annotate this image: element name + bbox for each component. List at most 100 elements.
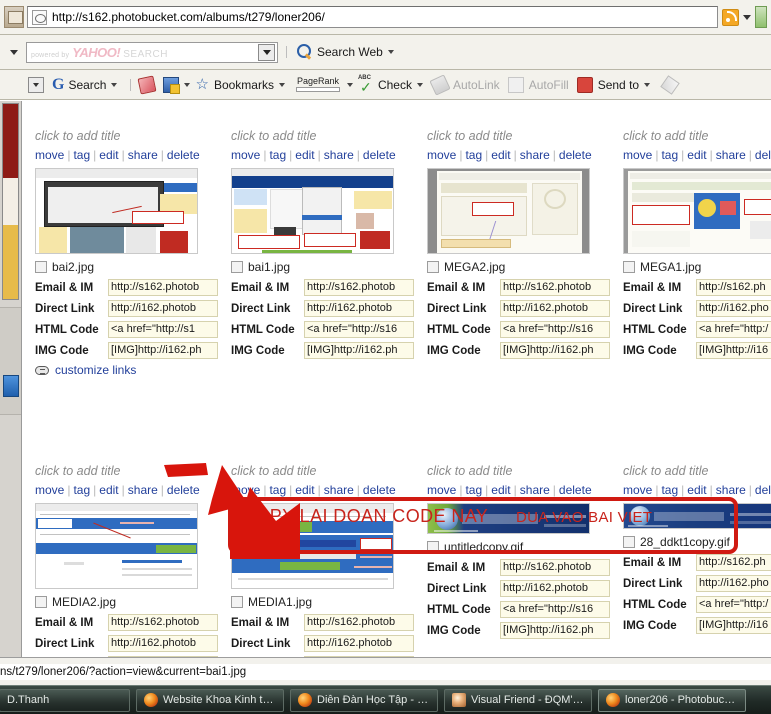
select-checkbox[interactable] bbox=[231, 596, 243, 608]
img-code-input[interactable]: [IMG]http://i162.ph bbox=[500, 342, 610, 359]
add-title-link[interactable]: click to add title bbox=[427, 129, 610, 143]
action-tag[interactable]: tag bbox=[661, 148, 678, 162]
direct-link-input[interactable]: http://i162.photob bbox=[108, 300, 218, 317]
action-delete[interactable]: delete bbox=[167, 148, 200, 162]
chevron-down-icon[interactable] bbox=[644, 82, 651, 87]
action-tag[interactable]: tag bbox=[73, 483, 90, 497]
chevron-down-icon[interactable] bbox=[278, 82, 285, 87]
action-tag[interactable]: tag bbox=[465, 483, 482, 497]
action-move[interactable]: move bbox=[623, 148, 652, 162]
action-tag[interactable]: tag bbox=[465, 148, 482, 162]
add-title-link[interactable]: click to add title bbox=[427, 464, 610, 478]
select-checkbox[interactable] bbox=[35, 261, 47, 273]
action-edit[interactable]: edit bbox=[99, 148, 118, 162]
img-code-input[interactable]: [IMG]http://i16 bbox=[696, 342, 771, 359]
action-move[interactable]: move bbox=[35, 483, 64, 497]
background-window[interactable] bbox=[0, 101, 22, 657]
action-edit[interactable]: edit bbox=[687, 483, 706, 497]
html-code-input[interactable]: <a href="http://s16 bbox=[304, 321, 414, 338]
chevron-down-icon[interactable] bbox=[743, 14, 751, 20]
action-share[interactable]: share bbox=[520, 483, 550, 497]
direct-link-input[interactable]: http://i162.photob bbox=[500, 300, 610, 317]
bookmarks-button[interactable]: ☆ Bookmarks bbox=[195, 77, 289, 92]
direct-link-input[interactable]: http://i162.photob bbox=[500, 580, 610, 597]
highlight-icon[interactable] bbox=[660, 74, 680, 95]
direct-link-input[interactable]: http://i162.photob bbox=[304, 635, 414, 652]
action-move[interactable]: move bbox=[623, 483, 652, 497]
taskbar-button-website-khoa-kinh-te[interactable]: Website Khoa Kinh te ... bbox=[136, 688, 284, 712]
taskbar-button-loner206-photobucket[interactable]: loner206 - Photobucke... bbox=[598, 688, 746, 712]
toolbar-options-dropdown[interactable] bbox=[28, 76, 44, 93]
home-icon[interactable] bbox=[4, 6, 24, 28]
customize-links-button[interactable]: customize links bbox=[35, 363, 218, 377]
address-bar[interactable]: http://s162.photobucket.com/albums/t279/… bbox=[27, 6, 718, 28]
email-im-input[interactable]: http://s162.ph bbox=[696, 554, 771, 571]
action-share[interactable]: share bbox=[324, 148, 354, 162]
action-delete[interactable]: delete bbox=[363, 148, 396, 162]
add-title-link[interactable]: click to add title bbox=[623, 129, 771, 143]
img-code-input[interactable]: [IMG]http://i162.ph bbox=[500, 622, 610, 639]
yahoo-search-dropdown[interactable] bbox=[258, 43, 275, 61]
direct-link-input[interactable]: http://i162.pho bbox=[696, 300, 771, 317]
email-im-input[interactable]: http://s162.photob bbox=[108, 614, 218, 631]
email-im-input[interactable]: http://s162.photob bbox=[500, 559, 610, 576]
html-code-input[interactable]: <a href="http://s16 bbox=[500, 321, 610, 338]
html-code-input[interactable]: <a href="http://s1 bbox=[108, 321, 218, 338]
yahoo-search-input[interactable]: powered by YAHOO! SEARCH bbox=[26, 41, 278, 63]
action-delete[interactable]: delete bbox=[559, 148, 592, 162]
taskbar-button-dthanh[interactable]: D.Thanh bbox=[0, 688, 130, 712]
html-code-input[interactable]: <a href="http:/ bbox=[696, 321, 771, 338]
html-code-input[interactable]: <a href="http:/ bbox=[696, 596, 771, 613]
add-title-link[interactable]: click to add title bbox=[623, 464, 771, 478]
direct-link-input[interactable]: http://i162.photob bbox=[304, 300, 414, 317]
search-icon[interactable] bbox=[297, 44, 313, 60]
email-im-input[interactable]: http://s162.ph bbox=[696, 279, 771, 296]
taskbar-button-dien-dan-hoc-tap[interactable]: Diễn Đàn Học Tập - Si... bbox=[290, 688, 438, 712]
action-share[interactable]: share bbox=[716, 148, 746, 162]
img-code-input[interactable]: [IMG]http://i16 bbox=[696, 617, 771, 634]
action-delete[interactable]: delet bbox=[755, 148, 771, 162]
chevron-down-icon[interactable] bbox=[387, 50, 394, 54]
email-im-input[interactable]: http://s162.photob bbox=[500, 279, 610, 296]
html-code-input[interactable]: <a href="http://s16 bbox=[500, 601, 610, 618]
action-move[interactable]: move bbox=[427, 483, 456, 497]
action-tag[interactable]: tag bbox=[661, 483, 678, 497]
go-button[interactable] bbox=[755, 6, 767, 28]
email-im-input[interactable]: http://s162.photob bbox=[304, 614, 414, 631]
action-edit[interactable]: edit bbox=[491, 148, 510, 162]
toolbar-expand-icon[interactable] bbox=[10, 49, 18, 55]
action-share[interactable]: share bbox=[128, 148, 158, 162]
email-im-input[interactable]: http://s162.photob bbox=[108, 279, 218, 296]
chevron-down-icon[interactable] bbox=[111, 82, 118, 87]
img-code-input[interactable]: [IMG]http://i162.ph bbox=[304, 342, 414, 359]
send-to-button[interactable]: Send to bbox=[576, 76, 655, 93]
thumbnail-image[interactable] bbox=[623, 168, 771, 254]
pagerank-indicator[interactable]: PageRank bbox=[295, 77, 340, 92]
add-title-link[interactable]: click to add title bbox=[35, 129, 218, 143]
thumbnail-image[interactable] bbox=[231, 168, 394, 254]
action-share[interactable]: share bbox=[716, 483, 746, 497]
select-checkbox[interactable] bbox=[35, 596, 47, 608]
action-move[interactable]: move bbox=[35, 148, 64, 162]
action-share[interactable]: share bbox=[520, 148, 550, 162]
add-title-link[interactable]: click to add title bbox=[231, 129, 414, 143]
rss-feed-icon[interactable] bbox=[722, 8, 739, 26]
spell-check-button[interactable]: ABC ✓ Check bbox=[358, 75, 428, 94]
email-im-input[interactable]: http://s162.photob bbox=[304, 279, 414, 296]
action-tag[interactable]: tag bbox=[73, 148, 90, 162]
taskbar-button-visual-friend[interactable]: Visual Friend - ĐQM'S ... bbox=[444, 688, 592, 712]
google-search-button[interactable]: G Search bbox=[44, 76, 122, 93]
action-delete[interactable]: delete bbox=[559, 483, 592, 497]
select-checkbox[interactable] bbox=[623, 261, 635, 273]
chevron-down-icon[interactable] bbox=[184, 82, 191, 87]
img-code-input[interactable]: [IMG]http://i162.ph bbox=[108, 342, 218, 359]
action-edit[interactable]: edit bbox=[99, 483, 118, 497]
action-tag[interactable]: tag bbox=[269, 148, 286, 162]
action-delete[interactable]: delet bbox=[755, 483, 771, 497]
direct-link-input[interactable]: http://i162.photob bbox=[108, 635, 218, 652]
chevron-down-icon[interactable] bbox=[416, 82, 423, 87]
thumbnail-image[interactable] bbox=[35, 168, 198, 254]
action-edit[interactable]: edit bbox=[687, 148, 706, 162]
action-move[interactable]: move bbox=[231, 148, 260, 162]
select-checkbox[interactable] bbox=[427, 261, 439, 273]
